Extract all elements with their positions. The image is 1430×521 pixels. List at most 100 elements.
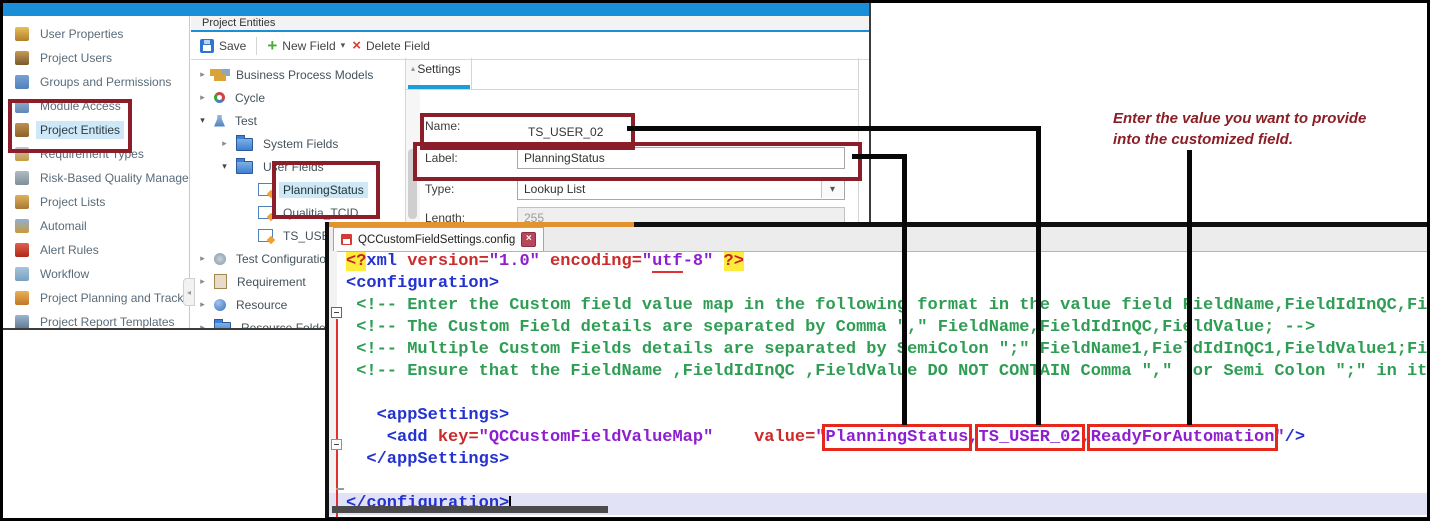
sidebar-item-groups-and-permissions[interactable]: Groups and Permissions bbox=[3, 70, 189, 94]
sidebar-item-workflow[interactable]: Workflow bbox=[3, 262, 189, 286]
code-token: ?> bbox=[724, 252, 744, 271]
folder-icon bbox=[236, 138, 253, 151]
type-dropdown[interactable]: Lookup List ▾ bbox=[517, 178, 845, 200]
tree-scrollbar-thumb[interactable] bbox=[408, 149, 417, 219]
tree-expander-icon[interactable]: ▸ bbox=[197, 92, 208, 103]
sidebar-item-project-lists[interactable]: Project Lists bbox=[3, 190, 189, 214]
save-button[interactable]: Save bbox=[200, 39, 246, 53]
tree-item-user-fields[interactable]: ▾ User Fields bbox=[191, 155, 405, 178]
tabstrip-border bbox=[405, 89, 859, 90]
horizontal-scrollbar-thumb[interactable] bbox=[332, 506, 608, 513]
screenshot-stage: User Properties Project UsersGroups and P… bbox=[0, 0, 1430, 521]
delete-field-button[interactable]: × Delete Field bbox=[352, 39, 430, 53]
chevron-down-icon[interactable]: ▾ bbox=[821, 180, 843, 198]
sidebar-item-automail[interactable]: Automail bbox=[3, 214, 189, 238]
code-token: <!-- Ensure that the FieldName ,FieldIdI… bbox=[346, 362, 1430, 381]
unsaved-file-icon bbox=[341, 234, 352, 245]
name-field-label: Name: bbox=[425, 119, 460, 133]
code-token: value bbox=[754, 428, 805, 447]
sidebar-item-label: Project Lists bbox=[36, 193, 109, 211]
sidebar-collapse-icon[interactable]: ◂ bbox=[183, 278, 195, 306]
tree-item-planningstatus[interactable]: PlanningStatus bbox=[191, 178, 405, 201]
field-icon bbox=[258, 229, 273, 242]
sidebar-item-project-report-templates[interactable]: Project Report Templates bbox=[3, 310, 189, 328]
annotation-text: Enter the value you want to provide into… bbox=[1113, 108, 1373, 150]
fold-marker-appsettings[interactable] bbox=[331, 439, 342, 450]
sidebar-item-requirement-types[interactable]: Requirement Types bbox=[3, 142, 189, 166]
sidebar-item-project-users[interactable]: Project Users bbox=[3, 46, 189, 70]
code-token: = bbox=[468, 428, 478, 447]
code-area[interactable]: <?xml version="1.0" encoding="utf-8" ?><… bbox=[329, 251, 1430, 517]
sidebar-item-project-entities[interactable]: Project Entities bbox=[3, 118, 189, 142]
code-token: , bbox=[1081, 428, 1091, 447]
folder-icon bbox=[214, 322, 231, 328]
code-token bbox=[713, 428, 754, 447]
req-icon bbox=[214, 274, 227, 289]
tree-item-label: Resource bbox=[232, 297, 291, 313]
automail-icon bbox=[15, 219, 29, 233]
save-icon bbox=[200, 39, 214, 53]
sidebar-item-user-properties[interactable]: User Properties bbox=[3, 22, 189, 46]
editor-tab[interactable]: QCCustomFieldSettings.config × bbox=[333, 227, 544, 251]
code-line-8[interactable]: <appSettings> bbox=[346, 405, 1430, 427]
code-token: <configuration> bbox=[346, 274, 499, 293]
code-token: " bbox=[642, 252, 652, 271]
close-tab-icon[interactable]: × bbox=[521, 232, 536, 247]
code-token: /> bbox=[1285, 428, 1305, 447]
save-label: Save bbox=[219, 39, 246, 53]
tree-expander-icon[interactable]: ▾ bbox=[197, 115, 208, 126]
tree-item-label: System Fields bbox=[259, 136, 342, 152]
label-field-value: PlanningStatus bbox=[524, 151, 605, 165]
flask-icon bbox=[214, 115, 225, 127]
sidebar-item-label: Project Planning and Tracking bbox=[36, 289, 190, 307]
tree-expander-icon[interactable]: ▸ bbox=[197, 276, 208, 287]
tree-expander-icon[interactable]: ▾ bbox=[219, 161, 230, 172]
code-line-1[interactable]: <?xml version="1.0" encoding="utf-8" ?> bbox=[346, 251, 1430, 273]
code-line-2[interactable]: <configuration> bbox=[346, 273, 1430, 295]
code-line-6[interactable]: <!-- Ensure that the FieldName ,FieldIdI… bbox=[346, 361, 1430, 383]
code-line-3[interactable]: <!-- Enter the Custom field value map in… bbox=[346, 295, 1430, 317]
tree-item-test[interactable]: ▾Test bbox=[191, 109, 405, 132]
code-token: -8" bbox=[683, 252, 714, 271]
annotation-text-line1: Enter the value you want to provide bbox=[1113, 108, 1373, 129]
tree-item-qualitia-tcid[interactable]: Qualitia_TCID bbox=[191, 201, 405, 224]
code-line-7[interactable] bbox=[346, 383, 1430, 405]
groups-permissions-icon bbox=[15, 75, 29, 89]
code-line-10[interactable]: </appSettings> bbox=[346, 449, 1430, 471]
code-token: xml bbox=[366, 252, 397, 271]
sidebar-item-label: Project Report Templates bbox=[36, 313, 179, 328]
settings-right-border bbox=[858, 58, 859, 222]
new-field-button[interactable]: + New Field ▾ bbox=[267, 39, 345, 53]
sidebar-item-label: User Properties bbox=[36, 25, 127, 43]
code-line-11[interactable] bbox=[346, 471, 1430, 493]
sidebar-item-project-planning-and-tracking[interactable]: Project Planning and Tracking bbox=[3, 286, 189, 310]
sidebar-item-risk-based-quality-managem[interactable]: Risk-Based Quality Managem bbox=[3, 166, 189, 190]
tree-item-cycle[interactable]: ▸Cycle bbox=[191, 86, 405, 109]
label-field-input[interactable]: PlanningStatus bbox=[517, 147, 845, 169]
tree-expander-icon[interactable]: ▸ bbox=[197, 299, 208, 310]
field-icon bbox=[258, 183, 273, 196]
type-field-label: Type: bbox=[425, 182, 454, 196]
label-field-label: Label: bbox=[425, 151, 458, 165]
code-line-5[interactable]: <!-- Multiple Custom Fields details are … bbox=[346, 339, 1430, 361]
alert-rules-icon bbox=[15, 243, 29, 257]
tab-settings[interactable]: Settings bbox=[410, 62, 468, 76]
sidebar-item-label: Automail bbox=[36, 217, 91, 235]
tree-expander-icon[interactable]: ▸ bbox=[219, 138, 230, 149]
sidebar-item-alert-rules[interactable]: Alert Rules bbox=[3, 238, 189, 262]
editor-tab-bar: QCCustomFieldSettings.config × bbox=[329, 227, 1430, 252]
tree-item-label: User Fields bbox=[259, 159, 328, 175]
tree-expander-icon[interactable]: ▸ bbox=[197, 253, 208, 264]
tree-item-system-fields[interactable]: ▸ System Fields bbox=[191, 132, 405, 155]
tree-item-label: Requirement bbox=[233, 274, 310, 290]
tree-expander-icon[interactable]: ▸ bbox=[197, 322, 208, 328]
tab-separator bbox=[471, 58, 472, 89]
code-line-4[interactable]: <!-- The Custom Field details are separa… bbox=[346, 317, 1430, 339]
fold-marker-configuration[interactable] bbox=[331, 307, 342, 318]
sidebar-item-label: Project Entities bbox=[36, 121, 124, 139]
delete-field-label: Delete Field bbox=[366, 39, 430, 53]
tree-expander-icon[interactable]: ▸ bbox=[197, 69, 208, 80]
sidebar-item-module-access[interactable]: Module Access bbox=[3, 94, 189, 118]
tree-item-business-process-models[interactable]: ▸Business Process Models bbox=[191, 63, 405, 86]
code-line-9[interactable]: <add key="QCCustomFieldValueMap" value="… bbox=[346, 427, 1430, 449]
